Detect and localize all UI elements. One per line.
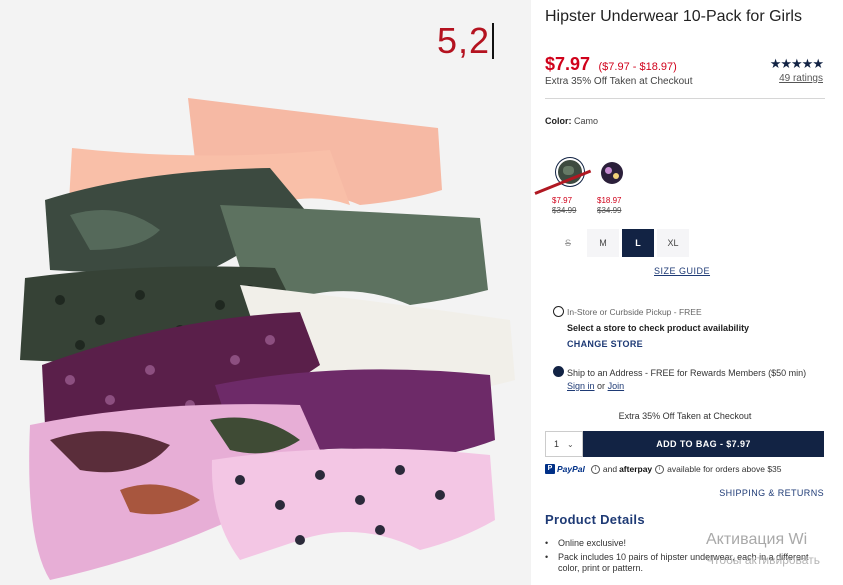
pickup-label: In-Store or Curbside Pickup - FREE <box>567 307 702 317</box>
product-title: Hipster Underwear 10-Pack for Girls <box>545 8 802 25</box>
color-label: Color: Camo <box>545 116 599 126</box>
price-row: $7.97 ($7.97 - $18.97) <box>545 54 677 75</box>
product-details-heading: Product Details <box>545 512 645 527</box>
os-activation-watermark: Активация Wi <box>706 531 808 548</box>
product-image[interactable]: 5,2 <box>0 0 531 585</box>
paypal-label: PayPal <box>557 464 585 474</box>
text-caret <box>492 23 495 59</box>
paypal-icon: P <box>545 464 555 474</box>
size-guide-link[interactable]: SIZE GUIDE <box>654 266 710 276</box>
join-link[interactable]: Join <box>608 381 625 391</box>
afterpay-label: afterpay <box>619 464 653 474</box>
payment-note: available for orders above $35 <box>667 464 782 474</box>
color-value: Camo <box>574 116 599 126</box>
quantity-select[interactable]: 1 ⌄ <box>545 431 583 457</box>
info-icon[interactable]: i <box>590 464 600 474</box>
size-s-button[interactable]: S <box>552 229 584 257</box>
product-photo-illustration <box>0 0 531 585</box>
ratings-link[interactable]: 49 ratings <box>779 73 823 84</box>
product-info-panel: Hipster Underwear 10-Pack for Girls $7.9… <box>531 0 843 585</box>
pickup-radio[interactable] <box>553 306 564 317</box>
current-price: $7.97 <box>545 54 591 74</box>
swatch-camo-price: $7.97 $34.99 <box>552 196 577 215</box>
change-store-link[interactable]: CHANGE STORE <box>567 339 643 349</box>
payment-options: P PayPal i and afterpay i available for … <box>545 464 782 474</box>
size-selector: S M L XL <box>552 229 692 257</box>
ship-radio[interactable] <box>553 366 564 377</box>
size-l-button[interactable]: L <box>622 229 654 257</box>
divider <box>545 98 825 99</box>
sign-in-link[interactable]: Sign in <box>567 381 595 391</box>
handwritten-annotation: 5,2 <box>437 20 495 62</box>
swatch-floral-price: $18.97 $34.99 <box>597 196 622 215</box>
add-to-bag-button[interactable]: ADD TO BAG - $7.97 <box>583 431 824 457</box>
checkout-promo: Extra 35% Off Taken at Checkout <box>545 76 693 87</box>
select-store-text: Select a store to check product availabi… <box>567 323 750 333</box>
size-m-button[interactable]: M <box>587 229 619 257</box>
rating-stars-icon[interactable]: ★★★★★ <box>770 56 824 72</box>
shipping-returns-link[interactable]: SHIPPING & RETURNS <box>719 488 824 498</box>
ship-to-address-text: Ship to an Address - FREE for Rewards Me… <box>567 368 807 391</box>
chevron-down-icon: ⌄ <box>567 439 574 449</box>
cart-promo: Extra 35% Off Taken at Checkout <box>618 411 752 421</box>
size-xl-button[interactable]: XL <box>657 229 689 257</box>
info-icon[interactable]: i <box>655 464 665 474</box>
swatch-floral[interactable] <box>601 162 623 184</box>
os-activation-watermark-sub: Чтобы активировать <box>706 553 820 567</box>
price-range: ($7.97 - $18.97) <box>598 61 677 73</box>
